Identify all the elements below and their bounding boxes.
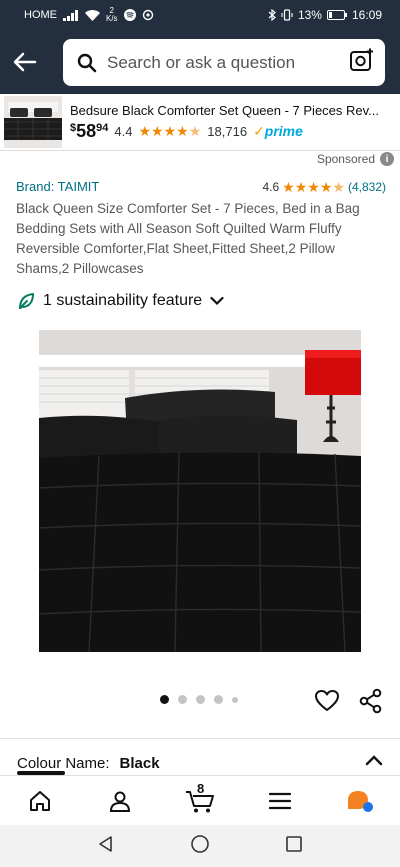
- review-count[interactable]: (4,832): [348, 180, 386, 194]
- bottom-navigation: 8: [0, 775, 400, 825]
- star-icon: ★: [138, 123, 152, 139]
- search-header: Search or ask a question: [0, 30, 400, 94]
- star-icon: ★: [282, 178, 295, 195]
- system-recents-button[interactable]: [285, 835, 303, 858]
- colour-label: Colour Name:: [17, 755, 110, 772]
- nav-account[interactable]: [100, 781, 140, 821]
- image-carousel-indicator[interactable]: [160, 695, 238, 704]
- system-back-button[interactable]: [97, 835, 115, 858]
- spotify-icon: [123, 9, 136, 21]
- colour-selector-header[interactable]: Colour Name: Black: [17, 755, 383, 775]
- info-icon: i: [380, 152, 394, 166]
- star-icon: ★: [307, 178, 320, 195]
- sponsored-product-thumbnail: [4, 96, 62, 148]
- sponsored-product-review-count: 18,716: [207, 123, 248, 139]
- battery-icon: [326, 10, 347, 20]
- net-speed-unit: K/s: [106, 14, 118, 23]
- prime-label: prime: [264, 122, 303, 139]
- product-image[interactable]: [39, 330, 361, 652]
- prime-check-icon: ✓: [253, 122, 265, 139]
- camera-search-icon: [350, 48, 373, 71]
- bluetooth-icon: [268, 9, 276, 21]
- price-whole: 58: [76, 120, 97, 141]
- search-placeholder: Search or ask a question: [107, 52, 296, 72]
- prime-badge: ✓prime: [253, 123, 303, 140]
- nav-cart[interactable]: 8: [180, 781, 220, 821]
- triangle-back-icon: [99, 835, 113, 852]
- leaf-icon: [19, 293, 34, 309]
- back-button[interactable]: [0, 30, 50, 94]
- system-home-button[interactable]: [190, 834, 210, 859]
- star-icon: ★: [294, 178, 308, 195]
- wifi-icon: [85, 9, 100, 21]
- star-icon: ★: [151, 123, 164, 139]
- add-to-wishlist-button[interactable]: [314, 688, 340, 714]
- home-icon: [30, 790, 50, 811]
- account-icon: [109, 791, 131, 812]
- sponsored-product-rating: 4.4: [114, 123, 133, 139]
- sync-icon: [142, 9, 154, 21]
- carousel-dot[interactable]: [160, 695, 169, 704]
- clock: 16:09: [351, 8, 382, 22]
- colour-value: Black: [119, 755, 160, 772]
- half-star-icon: ★: [332, 178, 345, 195]
- sponsored-label[interactable]: Sponsored i: [317, 152, 394, 166]
- star-rating: ★ ★ ★ ★ ★: [282, 180, 345, 194]
- half-star-icon: ★: [188, 123, 202, 139]
- star-icon: ★: [319, 178, 333, 195]
- status-bar: HOME 2 K/s 13% 16:09: [0, 0, 400, 30]
- camera-search-button[interactable]: [349, 47, 375, 78]
- sustainability-feature-toggle[interactable]: 1 sustainability feature: [17, 292, 224, 310]
- share-button[interactable]: [358, 688, 384, 714]
- divider: [0, 738, 400, 739]
- nav-menu[interactable]: [260, 781, 300, 821]
- share-icon: [359, 688, 382, 714]
- carousel-dot[interactable]: [214, 695, 223, 704]
- sponsored-text: Sponsored: [316, 152, 375, 166]
- circle-home-icon: [191, 834, 209, 853]
- network-speed: 2 K/s: [106, 7, 118, 23]
- star-rating: ★ ★ ★ ★ ★: [138, 124, 201, 138]
- system-navigation-bar: [0, 825, 400, 867]
- cart-count: 8: [197, 780, 205, 796]
- battery-percent: 13%: [297, 8, 322, 22]
- sustainability-label: 1 sustainability feature: [43, 292, 203, 309]
- carousel-dot[interactable]: [196, 695, 205, 704]
- carousel-dot[interactable]: [178, 695, 187, 704]
- sponsored-product-price: $58 94: [70, 121, 108, 142]
- search-icon: [77, 53, 97, 72]
- chevron-up-icon: [365, 755, 383, 766]
- sponsored-product-title[interactable]: Bedsure Black Comforter Set Queen - 7 Pi…: [70, 103, 400, 118]
- heart-icon: [315, 690, 339, 711]
- brand-row: Brand: TAIMIT 4.6 ★ ★ ★ ★ ★ (4,832): [16, 179, 386, 194]
- brand-link[interactable]: Brand: TAIMIT: [16, 179, 99, 194]
- back-arrow-icon: [13, 52, 37, 72]
- carousel-dot[interactable]: [232, 696, 238, 703]
- sponsored-product-strip[interactable]: Bedsure Black Comforter Set Queen - 7 Pi…: [0, 94, 400, 151]
- nav-rufus[interactable]: [340, 781, 380, 821]
- rating-value: 4.6: [262, 179, 280, 194]
- star-icon: ★: [176, 123, 189, 139]
- search-input[interactable]: Search or ask a question: [63, 39, 385, 86]
- signal-icon: [63, 9, 79, 21]
- vibrate-icon: [281, 9, 293, 21]
- rufus-icon: [348, 790, 373, 812]
- product-title[interactable]: Black Queen Size Comforter Set - 7 Piece…: [16, 199, 388, 279]
- nav-home[interactable]: [20, 781, 60, 821]
- square-recents-icon: [285, 835, 302, 852]
- price-fraction: 94: [96, 121, 109, 134]
- menu-icon: [268, 792, 292, 809]
- carrier-label: HOME: [24, 9, 57, 21]
- product-rating[interactable]: 4.6 ★ ★ ★ ★ ★ (4,832): [262, 180, 386, 194]
- chevron-down-icon: [210, 296, 224, 306]
- star-icon: ★: [163, 123, 177, 139]
